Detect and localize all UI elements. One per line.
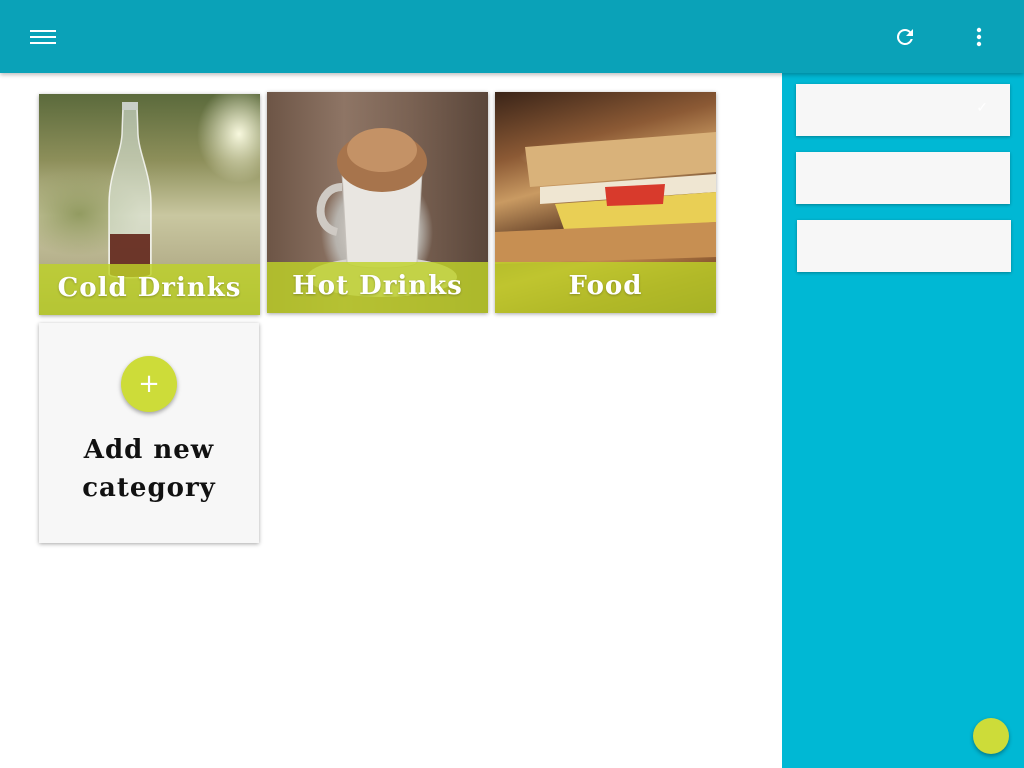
category-label: Cold Drinks bbox=[57, 272, 242, 303]
add-category-label-line1: Add new bbox=[83, 435, 215, 465]
menu-button[interactable] bbox=[22, 16, 64, 58]
add-category-label-line2: category bbox=[82, 473, 216, 503]
overflow-menu-button[interactable] bbox=[958, 16, 1000, 58]
hamburger-menu-icon bbox=[30, 30, 56, 44]
add-category-button[interactable]: + bbox=[121, 356, 177, 412]
refresh-button[interactable] bbox=[884, 16, 926, 58]
category-tile-cold-drinks[interactable]: Cold Drinks bbox=[39, 94, 260, 315]
plus-icon: + bbox=[138, 369, 160, 399]
side-panel: ✓ bbox=[782, 73, 1024, 768]
add-category-label: Add new category bbox=[39, 431, 259, 507]
more-vert-icon bbox=[976, 27, 982, 47]
app-bar bbox=[0, 0, 1024, 73]
refresh-icon bbox=[897, 29, 913, 45]
side-card[interactable] bbox=[796, 152, 1010, 204]
caption-band: Food bbox=[495, 262, 716, 313]
check-icon: ✓ bbox=[976, 100, 988, 116]
category-grid: Cold Drinks Hot Drinks Food + Add new ca… bbox=[0, 73, 782, 768]
side-card[interactable] bbox=[797, 220, 1011, 272]
add-category-tile[interactable]: + Add new category bbox=[39, 323, 259, 543]
category-label: Hot Drinks bbox=[292, 270, 463, 301]
category-label: Food bbox=[568, 270, 643, 301]
side-card[interactable]: ✓ bbox=[796, 84, 1010, 136]
caption-band: Cold Drinks bbox=[39, 264, 260, 315]
side-floating-action-button[interactable] bbox=[973, 718, 1009, 754]
category-tile-hot-drinks[interactable]: Hot Drinks bbox=[267, 92, 488, 313]
caption-band: Hot Drinks bbox=[267, 262, 488, 313]
category-tile-food[interactable]: Food bbox=[495, 92, 716, 313]
